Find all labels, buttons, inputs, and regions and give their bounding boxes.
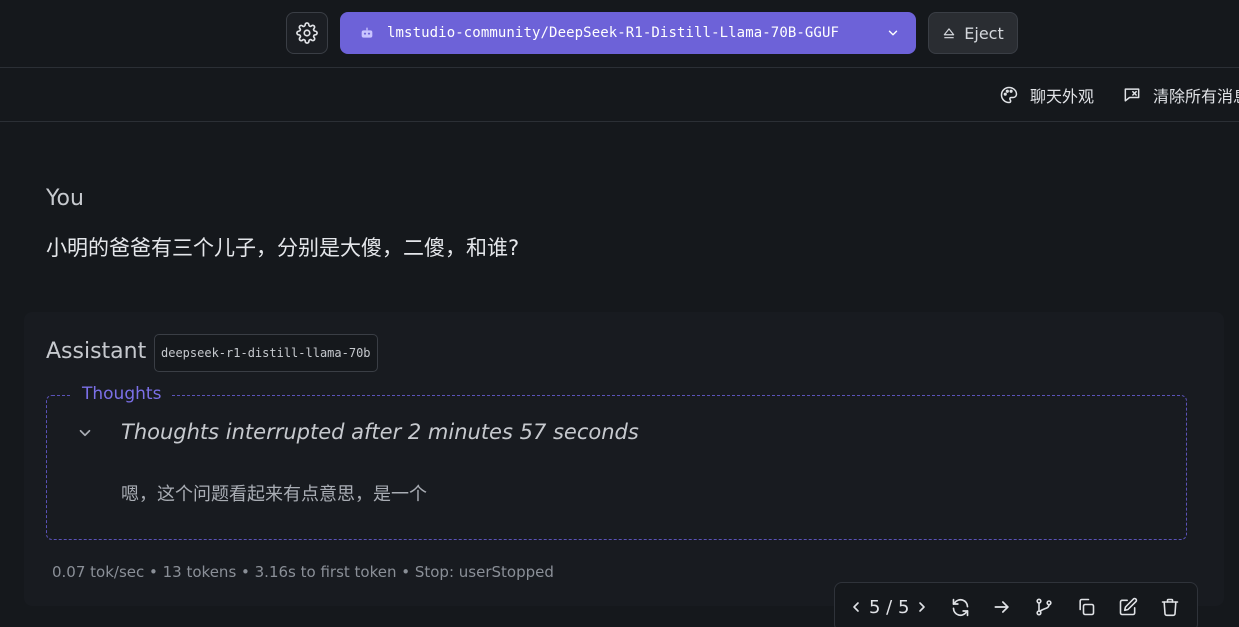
refresh-icon: [952, 598, 969, 616]
delete-button[interactable]: [1149, 586, 1191, 627]
copy-button[interactable]: [1065, 586, 1107, 627]
chat-appearance-button[interactable]: 聊天外观: [999, 83, 1094, 107]
git-branch-icon: [1036, 598, 1053, 616]
continue-button[interactable]: [981, 586, 1023, 627]
chevron-down-icon: [884, 24, 902, 42]
version-pager: 5 / 5: [845, 587, 933, 627]
settings-button[interactable]: [286, 12, 328, 54]
assistant-role-label: Assistant: [46, 339, 147, 364]
edit-icon: [1120, 597, 1138, 616]
edit-button[interactable]: [1107, 586, 1149, 627]
version-counter: 5 / 5: [869, 596, 910, 618]
chevron-right-icon: [919, 602, 926, 612]
model-tag: deepseek-r1-distill-llama-70b: [154, 334, 378, 372]
collapse-thoughts-button[interactable]: [74, 422, 96, 444]
thoughts-title: Thoughts interrupted after 2 minutes 57 …: [121, 420, 639, 444]
trash-icon: [1162, 598, 1179, 617]
top-bar: lmstudio-community/DeepSeek-R1-Distill-L…: [0, 0, 1239, 68]
clear-messages-button[interactable]: 清除所有消息: [1122, 83, 1239, 107]
regenerate-button[interactable]: [939, 586, 981, 627]
chat-appearance-label: 聊天外观: [1030, 87, 1095, 106]
palette-icon: [1000, 86, 1018, 104]
message-clear-icon: [1124, 88, 1140, 102]
model-selector-button[interactable]: lmstudio-community/DeepSeek-R1-Distill-L…: [340, 12, 916, 54]
eject-label: Eject: [964, 23, 1004, 43]
message-action-bar: 5 / 5: [834, 582, 1198, 627]
arrow-right-icon: [994, 601, 1010, 613]
thoughts-panel: [46, 395, 1187, 540]
previous-version-button[interactable]: [845, 587, 867, 627]
chat-toolbar: 聊天外观 清除所有消息: [0, 69, 1239, 122]
user-role-label: You: [46, 186, 84, 211]
generation-stats: 0.07 tok/sec • 13 tokens • 3.16s to firs…: [52, 563, 554, 581]
branch-button[interactable]: [1023, 586, 1065, 627]
copy-icon: [1079, 598, 1095, 616]
thoughts-body: 嗯，这个问题看起来有点意思，是一个: [121, 484, 427, 505]
clear-messages-label: 清除所有消息: [1153, 87, 1239, 106]
gear-icon: [296, 22, 318, 44]
model-name: lmstudio-community/DeepSeek-R1-Distill-L…: [387, 25, 840, 41]
robot-icon: [358, 24, 376, 42]
chevron-left-icon: [853, 602, 859, 612]
user-message-text: 小明的爸爸有三个儿子，分别是大傻，二傻，和谁?: [46, 236, 520, 260]
eject-icon: [942, 26, 956, 40]
chevron-down-icon: [79, 429, 91, 437]
thoughts-legend: Thoughts: [72, 384, 172, 404]
eject-button[interactable]: Eject: [928, 12, 1018, 54]
next-version-button[interactable]: [911, 587, 933, 627]
